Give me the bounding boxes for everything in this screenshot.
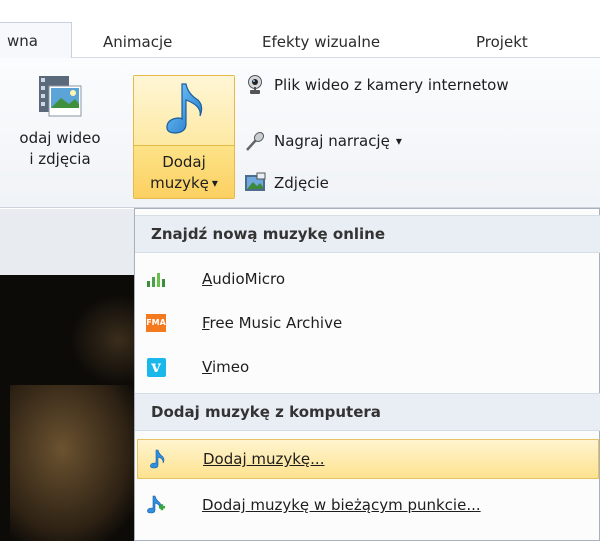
storyboard-strip (0, 209, 138, 275)
add-music-icon-area[interactable] (134, 76, 234, 146)
add-music-button[interactable]: Dodaj muzykę ▾ (133, 75, 235, 199)
video-preview (0, 275, 138, 541)
add-music-label-line1: Dodaj (162, 153, 206, 171)
fma-icon: FMA (146, 313, 166, 333)
audiomicro-icon (146, 269, 166, 289)
ribbon-panel: odaj wideo i zdjęcia Dodaj muzykę ▾ Plik… (0, 58, 600, 208)
menu-item-label: Dodaj muzykę w bieżącym punkcie... (202, 496, 481, 514)
add-video-label-line2: i zdjęcia (29, 150, 91, 168)
menu-item-label: Vimeo (202, 358, 250, 376)
music-note-icon (147, 449, 167, 469)
microphone-icon (244, 130, 266, 152)
menu-item-label: AudioMicro (202, 270, 286, 288)
menu-item-label: Dodaj muzykę... (203, 450, 325, 468)
snapshot-icon (244, 172, 266, 194)
online-music-header: Znajdź nową muzykę online (135, 215, 600, 253)
snapshot-button[interactable]: Zdjęcie (244, 170, 329, 196)
record-narration-button[interactable]: Nagraj narrację ▾ (244, 128, 402, 154)
music-note-plus-icon (146, 495, 166, 515)
menu-item-vimeo[interactable]: v Vimeo (137, 347, 599, 387)
vimeo-icon: v (146, 357, 166, 377)
menu-item-add-music[interactable]: Dodaj muzykę... (137, 439, 599, 479)
add-videos-photos-button[interactable]: odaj wideo i zdjęcia (0, 74, 130, 170)
tab-animations[interactable]: Animacje (103, 26, 172, 58)
tab-project[interactable]: Projekt (476, 26, 528, 58)
narration-label: Nagraj narrację (274, 132, 390, 150)
add-video-label-line1: odaj wideo (19, 129, 101, 147)
menu-item-add-music-at-point[interactable]: Dodaj muzykę w bieżącym punkcie... (137, 485, 599, 525)
chevron-down-icon: ▾ (211, 176, 218, 190)
add-music-label[interactable]: Dodaj muzykę ▾ (134, 146, 234, 194)
menu-item-label: Free Music Archive (202, 314, 343, 332)
tab-home[interactable]: wna (0, 22, 72, 59)
add-music-dropdown-menu: Znajdź nową muzykę online AudioMicro FMA… (134, 208, 600, 541)
film-photo-icon (37, 74, 83, 120)
ribbon-tab-bar: wna Animacje Efekty wizualne Projekt (0, 0, 600, 59)
chevron-down-icon: ▾ (395, 134, 402, 148)
music-note-icon (162, 80, 206, 142)
tab-visual-effects[interactable]: Efekty wizualne (262, 26, 380, 58)
menu-item-free-music-archive[interactable]: FMA Free Music Archive (137, 303, 599, 343)
webcam-video-button[interactable]: Plik wideo z kamery internetow (244, 72, 509, 98)
menu-item-audiomicro[interactable]: AudioMicro (137, 259, 599, 299)
webcam-label: Plik wideo z kamery internetow (274, 76, 509, 94)
snapshot-label: Zdjęcie (274, 174, 329, 192)
webcam-icon (244, 74, 266, 96)
add-music-label-line2: muzykę (150, 174, 209, 192)
computer-music-header: Dodaj muzykę z komputera (135, 393, 600, 431)
